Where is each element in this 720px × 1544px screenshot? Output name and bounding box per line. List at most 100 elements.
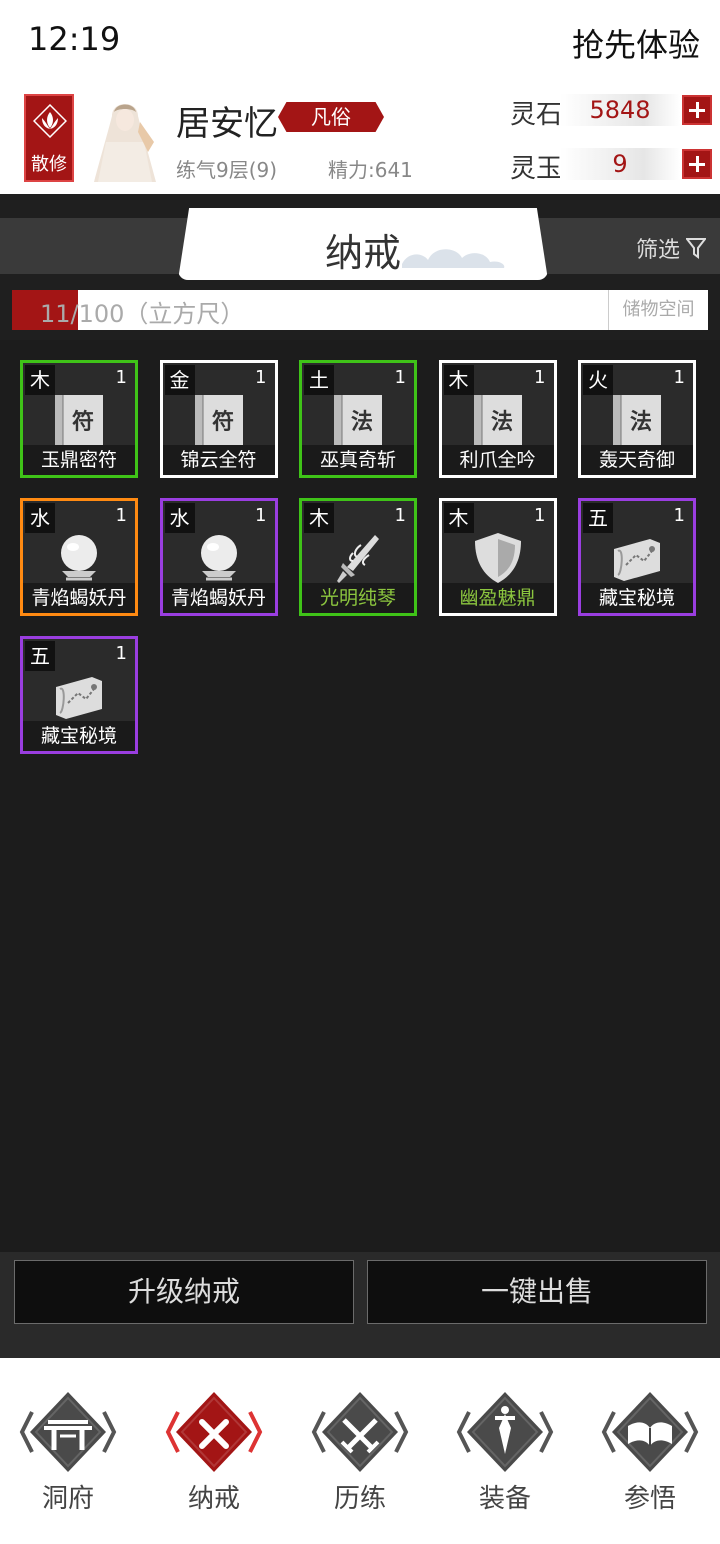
element-tag: 木 xyxy=(443,503,474,533)
sword-icon xyxy=(331,531,385,585)
sect-badge[interactable]: 散修 xyxy=(24,94,74,182)
energy-value: 精力:641 xyxy=(328,158,413,182)
title-band: 纳戒 筛选 11/100（立方尺） 储物空间 xyxy=(0,194,720,340)
item-name: 藏宝秘境 xyxy=(581,583,693,613)
cultivation-realm: 练气9层(9) xyxy=(176,158,278,182)
spirit-stone-value: 5848 xyxy=(560,94,680,126)
item-name: 轰天奇御 xyxy=(581,445,693,475)
inventory-item[interactable]: 木 1 符玉鼎密符 xyxy=(20,360,138,478)
item-count: 1 xyxy=(673,367,685,388)
filter-icon xyxy=(686,238,706,259)
player-header: 散修 居安忆 凡俗 练气9层(9) 精力:641 灵石 5848 灵玉 9 xyxy=(0,84,720,194)
orb-icon xyxy=(192,531,246,585)
crossed-swords-icon xyxy=(311,1392,409,1472)
map-icon xyxy=(52,669,106,723)
nav-label: 洞府 xyxy=(41,1484,94,1514)
capacity-text: 11/100（立方尺） xyxy=(40,300,245,328)
gate-icon xyxy=(19,1392,117,1472)
svg-text:符: 符 xyxy=(211,409,233,435)
element-tag: 五 xyxy=(583,503,613,533)
nav-label: 纳戒 xyxy=(187,1484,240,1514)
item-name: 藏宝秘境 xyxy=(23,721,135,751)
book-icon xyxy=(601,1392,699,1472)
talisman-icon: 符 xyxy=(52,393,106,447)
nav-label: 历练 xyxy=(333,1484,386,1514)
clock: 12:19 xyxy=(28,20,121,58)
sell-all-button[interactable]: 一键出售 xyxy=(367,1260,707,1324)
element-tag: 木 xyxy=(443,365,474,395)
svg-text:法: 法 xyxy=(351,410,373,435)
inventory-item[interactable]: 金 1 符锦云全符 xyxy=(159,360,278,478)
page-title: 纳戒 xyxy=(324,231,401,275)
inventory-item[interactable]: 土 1 法巫真奇斩 xyxy=(299,360,417,478)
bottom-nav: 洞府 纳戒 历练 装备 参悟 xyxy=(0,1358,720,1544)
element-tag: 木 xyxy=(304,503,334,533)
nav-item-close[interactable]: 纳戒 xyxy=(154,1386,274,1526)
item-count: 1 xyxy=(255,367,267,388)
inventory-item[interactable]: 火 1 法轰天奇御 xyxy=(578,360,696,478)
map-icon xyxy=(610,531,664,585)
nav-item-crossed-swords[interactable]: 历练 xyxy=(300,1386,420,1526)
item-count: 1 xyxy=(115,505,127,526)
scroll-icon: 法 xyxy=(471,393,525,447)
early-access-link[interactable]: 抢先体验 xyxy=(572,20,700,66)
item-name: 青焰蝎妖丹 xyxy=(162,583,275,613)
add-spirit-jade-button[interactable] xyxy=(682,149,712,179)
upgrade-ring-button[interactable]: 升级纳戒 xyxy=(14,1260,354,1324)
inventory-item[interactable]: 木 1 法利爪全吟 xyxy=(438,360,557,478)
item-count: 1 xyxy=(115,643,127,664)
player-name: 居安忆 xyxy=(176,104,278,144)
item-name: 玉鼎密符 xyxy=(23,445,135,475)
close-icon xyxy=(165,1392,263,1472)
inventory-item[interactable]: 五 1 藏宝秘境 xyxy=(20,636,138,754)
inventory-item[interactable]: 五 1 藏宝秘境 xyxy=(578,498,696,616)
status-bar: 12:19 抢先体验 xyxy=(0,0,720,84)
svg-text:符: 符 xyxy=(72,409,94,435)
filter-label: 筛选 xyxy=(635,238,680,263)
element-tag: 土 xyxy=(304,365,334,395)
nav-item-gate[interactable]: 洞府 xyxy=(8,1386,128,1526)
talisman-icon: 符 xyxy=(192,393,246,447)
element-tag: 五 xyxy=(25,641,55,671)
element-tag: 水 xyxy=(25,503,55,533)
spirit-jade-value: 9 xyxy=(560,148,680,180)
item-name: 光明纯琴 xyxy=(302,583,414,613)
avatar[interactable] xyxy=(82,92,168,182)
inventory-item[interactable]: 木 1 光明纯琴 xyxy=(299,498,417,616)
shield-icon xyxy=(471,531,525,585)
spirit-jade-label: 灵玉 xyxy=(510,154,563,184)
item-name: 锦云全符 xyxy=(162,445,275,475)
nav-label: 装备 xyxy=(478,1484,531,1514)
storage-space-button[interactable]: 储物空间 xyxy=(608,290,708,330)
element-tag: 水 xyxy=(164,503,195,533)
sect-label: 散修 xyxy=(31,154,67,175)
svg-text:法: 法 xyxy=(490,410,512,435)
item-name: 青焰蝎妖丹 xyxy=(23,583,135,613)
item-name: 幽盈魅鼎 xyxy=(441,583,554,613)
orb-icon xyxy=(52,531,106,585)
add-spirit-stone-button[interactable] xyxy=(682,95,712,125)
element-tag: 金 xyxy=(164,365,195,395)
element-tag: 木 xyxy=(25,365,55,395)
scroll-icon: 法 xyxy=(610,393,664,447)
item-count: 1 xyxy=(115,367,127,388)
lotus-icon xyxy=(33,104,67,138)
filter-button[interactable]: 筛选 xyxy=(636,232,706,264)
inventory-item[interactable]: 水 1 青焰蝎妖丹 xyxy=(159,498,278,616)
item-name: 巫真奇斩 xyxy=(302,445,414,475)
svg-text:法: 法 xyxy=(630,410,652,435)
item-count: 1 xyxy=(673,505,685,526)
action-bar: 升级纳戒 一键出售 xyxy=(0,1252,720,1358)
item-name: 利爪全吟 xyxy=(441,445,554,475)
nav-item-dagger[interactable]: 装备 xyxy=(445,1386,565,1526)
nav-label: 参悟 xyxy=(623,1484,676,1514)
capacity-bar: 11/100（立方尺） xyxy=(12,290,608,330)
inventory-item[interactable]: 木 1 幽盈魅鼎 xyxy=(438,498,557,616)
item-count: 1 xyxy=(394,367,406,388)
spirit-stone-label: 灵石 xyxy=(510,100,563,130)
element-tag: 火 xyxy=(583,365,613,395)
item-count: 1 xyxy=(534,367,546,388)
nav-item-book[interactable]: 参悟 xyxy=(590,1386,710,1526)
item-count: 1 xyxy=(255,505,267,526)
inventory-item[interactable]: 水 1 青焰蝎妖丹 xyxy=(20,498,138,616)
